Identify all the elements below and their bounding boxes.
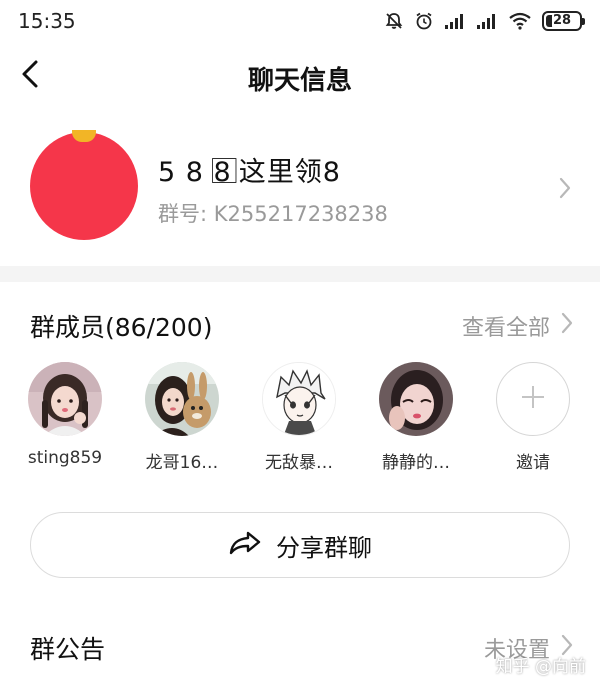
group-id-value: K255217238238 — [213, 202, 388, 226]
group-avatar — [30, 130, 138, 240]
chevron-right-icon — [560, 311, 574, 341]
share-label: 分享群聊 — [276, 533, 372, 562]
member-item[interactable]: 无敌暴… — [239, 362, 359, 473]
view-all-members-button[interactable]: 查看全部 — [462, 310, 574, 342]
group-info-card[interactable]: 5 8 8 ⃞这里领8 群号: K255217238238 — [0, 120, 600, 260]
status-bar: 15:35 28 — [0, 0, 600, 44]
invite-circle — [496, 362, 570, 436]
member-item[interactable]: sting859 — [5, 362, 125, 468]
share-group-button[interactable]: 分享群聊 — [30, 512, 570, 578]
group-id-label: 群号: — [158, 202, 214, 226]
view-all-label: 查看全部 — [461, 316, 550, 341]
watermark: 知乎 @向前 — [495, 657, 586, 677]
avatar-anime-boy-icon — [262, 362, 336, 436]
nav-bar: 聊天信息 — [0, 44, 600, 110]
section-divider — [0, 266, 600, 282]
status-time: 15:35 — [18, 9, 76, 33]
announcement-title: 群公告 — [30, 635, 106, 664]
member-name: sting859 — [27, 448, 103, 468]
avatar-woman-selfie-icon — [379, 362, 453, 436]
members-list: sting859 龙哥16… 无敌暴… 静静的… 邀请 — [0, 362, 600, 477]
mute-bell-icon — [384, 11, 404, 31]
member-name: 静静的… — [382, 453, 450, 473]
signal-icon — [444, 12, 466, 30]
chevron-right-icon — [558, 176, 572, 204]
avatar-woman-rabbit-icon — [145, 362, 219, 436]
invite-label: 邀请 — [516, 453, 550, 473]
group-avatar-accent — [72, 130, 96, 142]
avatar-girl-icon — [28, 362, 102, 436]
invite-button[interactable]: 邀请 — [473, 362, 593, 473]
signal-icon — [476, 12, 498, 30]
battery-level-text: 28 — [551, 13, 573, 28]
group-id-row: 群号: K255217238238 — [158, 198, 388, 228]
alarm-icon — [414, 11, 434, 31]
plus-icon — [520, 384, 546, 414]
members-title: 群成员(86/200) — [30, 313, 213, 342]
member-name: 龙哥16… — [145, 453, 219, 473]
member-item[interactable]: 龙哥16… — [122, 362, 242, 473]
share-arrow-icon — [228, 530, 262, 560]
wifi-icon — [508, 12, 532, 30]
group-name: 5 8 8 ⃞这里领8 — [158, 157, 341, 188]
battery-icon: 28 — [542, 11, 585, 31]
members-header: 群成员(86/200) 查看全部 — [0, 300, 600, 350]
page-title: 聊天信息 — [247, 66, 352, 96]
member-item[interactable]: 静静的… — [356, 362, 476, 473]
member-name: 无敌暴… — [265, 453, 333, 473]
status-icons: 28 — [384, 10, 585, 32]
